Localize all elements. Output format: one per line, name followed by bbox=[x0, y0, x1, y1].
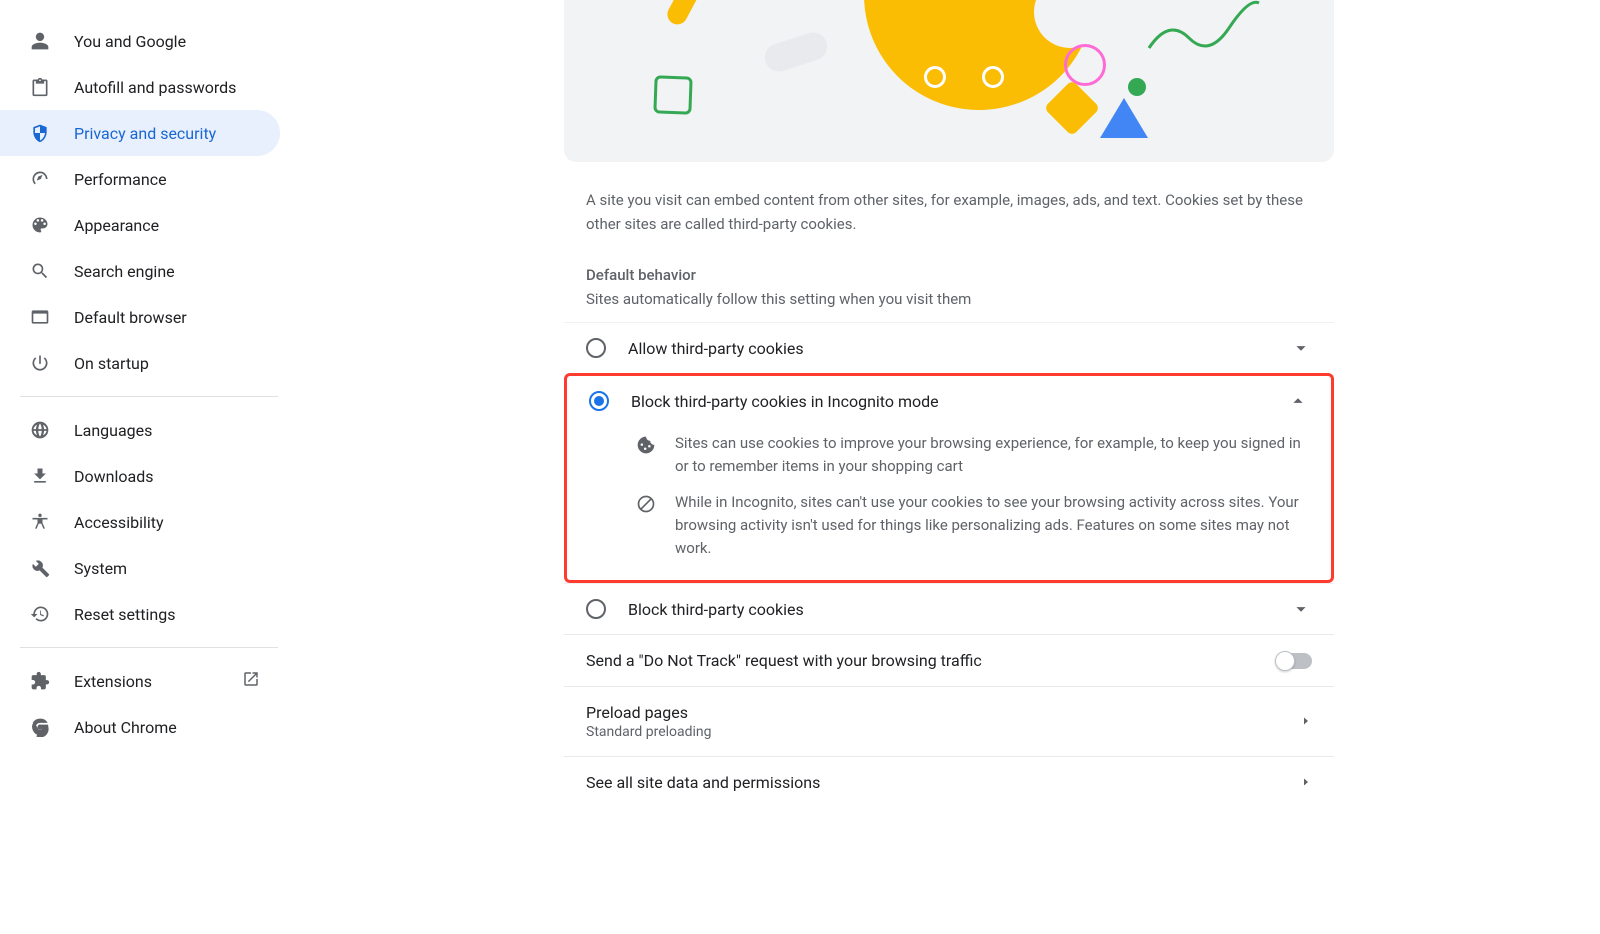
toggle-off[interactable] bbox=[1276, 653, 1312, 669]
sidebar-item-privacy[interactable]: Privacy and security bbox=[0, 110, 280, 156]
accessibility-icon bbox=[30, 512, 50, 532]
globe-icon bbox=[30, 420, 50, 440]
chrome-icon bbox=[30, 717, 50, 737]
setting-sublabel: Standard preloading bbox=[586, 724, 1300, 740]
default-behavior-subtext: Sites automatically follow this setting … bbox=[564, 290, 1334, 322]
sidebar-item-extensions[interactable]: Extensions bbox=[0, 658, 280, 704]
shield-icon bbox=[30, 123, 50, 143]
sidebar-item-performance[interactable]: Performance bbox=[0, 156, 280, 202]
option-label: Block third-party cookies bbox=[628, 600, 804, 619]
explain-incognito-block: While in Incognito, sites can't use your… bbox=[567, 485, 1331, 567]
sidebar-separator bbox=[20, 647, 278, 648]
sidebar-item-languages[interactable]: Languages bbox=[0, 407, 280, 453]
clipboard-icon bbox=[30, 77, 50, 97]
settings-content: A site you visit can embed content from … bbox=[298, 0, 1600, 934]
sidebar-item-label: Languages bbox=[74, 421, 152, 440]
explain-text: Sites can use cookies to improve your br… bbox=[675, 432, 1309, 479]
option-label: Allow third-party cookies bbox=[628, 339, 804, 358]
search-icon bbox=[30, 261, 50, 281]
setting-preload-pages[interactable]: Preload pages Standard preloading bbox=[564, 686, 1334, 756]
sidebar-item-label: Appearance bbox=[74, 216, 159, 235]
cookies-panel: A site you visit can embed content from … bbox=[564, 0, 1334, 934]
radio-icon bbox=[586, 599, 606, 619]
option-block-incognito-highlighted: Block third-party cookies in Incognito m… bbox=[564, 373, 1334, 583]
default-behavior-heading: Default behavior bbox=[564, 248, 1334, 290]
sidebar-item-label: Accessibility bbox=[74, 513, 164, 532]
chevron-right-icon bbox=[1300, 773, 1312, 792]
sidebar-item-about-chrome[interactable]: About Chrome bbox=[0, 704, 280, 750]
sidebar-item-label: About Chrome bbox=[74, 718, 177, 737]
sidebar-item-label: Autofill and passwords bbox=[74, 78, 236, 97]
sidebar-item-label: Privacy and security bbox=[74, 124, 216, 143]
sidebar-item-label: Search engine bbox=[74, 262, 175, 281]
wrench-icon bbox=[30, 558, 50, 578]
sidebar-item-search-engine[interactable]: Search engine bbox=[0, 248, 280, 294]
browser-icon bbox=[30, 307, 50, 327]
option-block-incognito[interactable]: Block third-party cookies in Incognito m… bbox=[567, 376, 1331, 426]
setting-label: Preload pages bbox=[586, 703, 1300, 722]
chevron-up-icon[interactable] bbox=[1287, 390, 1309, 412]
intro-text: A site you visit can embed content from … bbox=[564, 188, 1334, 248]
sidebar-item-label: You and Google bbox=[74, 32, 186, 51]
restore-icon bbox=[30, 604, 50, 624]
chevron-down-icon[interactable] bbox=[1290, 337, 1312, 359]
option-label: Block third-party cookies in Incognito m… bbox=[631, 392, 939, 411]
sidebar-item-label: Downloads bbox=[74, 467, 153, 486]
download-icon bbox=[30, 466, 50, 486]
open-external-icon bbox=[242, 670, 260, 692]
sidebar-item-system[interactable]: System bbox=[0, 545, 280, 591]
speedometer-icon bbox=[30, 169, 50, 189]
sidebar-item-reset[interactable]: Reset settings bbox=[0, 591, 280, 637]
sidebar-item-on-startup[interactable]: On startup bbox=[0, 340, 280, 386]
radio-selected-icon bbox=[589, 391, 609, 411]
sidebar-item-you-and-google[interactable]: You and Google bbox=[0, 18, 280, 64]
person-icon bbox=[30, 31, 50, 51]
explain-cookies: Sites can use cookies to improve your br… bbox=[567, 426, 1331, 485]
sidebar-item-label: On startup bbox=[74, 354, 149, 373]
sidebar-item-default-browser[interactable]: Default browser bbox=[0, 294, 280, 340]
setting-label: Send a "Do Not Track" request with your … bbox=[586, 651, 982, 670]
hero-illustration bbox=[564, 0, 1334, 162]
sidebar-item-label: Performance bbox=[74, 170, 167, 189]
setting-label: See all site data and permissions bbox=[586, 773, 820, 792]
sidebar-item-label: Extensions bbox=[74, 672, 152, 691]
settings-sidebar: You and Google Autofill and passwords Pr… bbox=[0, 0, 298, 934]
power-icon bbox=[30, 353, 50, 373]
sidebar-item-label: Default browser bbox=[74, 308, 187, 327]
sidebar-item-appearance[interactable]: Appearance bbox=[0, 202, 280, 248]
radio-icon bbox=[586, 338, 606, 358]
cookie-icon bbox=[635, 435, 657, 455]
option-allow-third-party[interactable]: Allow third-party cookies bbox=[564, 322, 1334, 373]
sidebar-item-accessibility[interactable]: Accessibility bbox=[0, 499, 280, 545]
chevron-down-icon[interactable] bbox=[1290, 598, 1312, 620]
sidebar-item-label: Reset settings bbox=[74, 605, 175, 624]
sidebar-item-autofill[interactable]: Autofill and passwords bbox=[0, 64, 280, 110]
block-icon bbox=[635, 494, 657, 514]
option-block-third-party[interactable]: Block third-party cookies bbox=[564, 583, 1334, 634]
sidebar-item-downloads[interactable]: Downloads bbox=[0, 453, 280, 499]
palette-icon bbox=[30, 215, 50, 235]
sidebar-item-label: System bbox=[74, 559, 127, 578]
setting-site-data[interactable]: See all site data and permissions bbox=[564, 756, 1334, 808]
extension-icon bbox=[30, 671, 50, 691]
sidebar-separator bbox=[20, 396, 278, 397]
explain-text: While in Incognito, sites can't use your… bbox=[675, 491, 1309, 561]
setting-do-not-track[interactable]: Send a "Do Not Track" request with your … bbox=[564, 634, 1334, 686]
chevron-right-icon bbox=[1300, 712, 1312, 731]
